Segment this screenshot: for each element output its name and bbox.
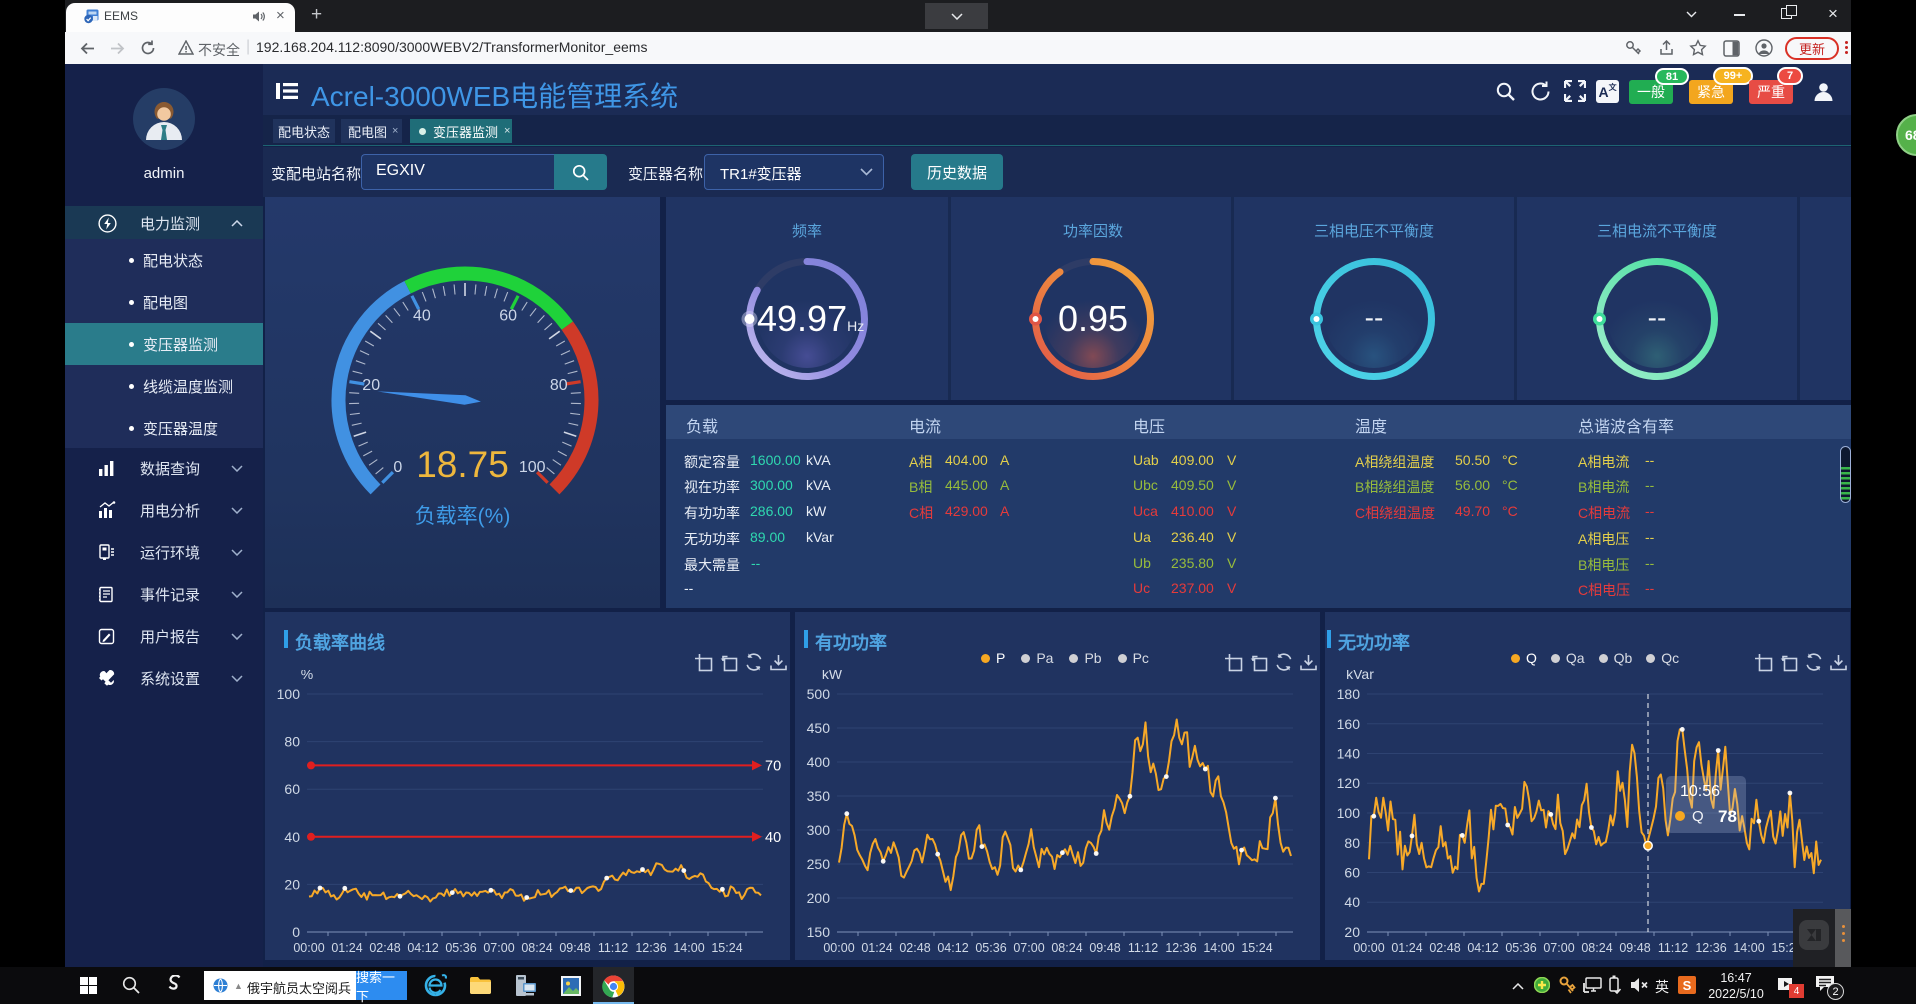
svg-text:00:00: 00:00 (293, 941, 324, 955)
svg-text:150: 150 (807, 924, 831, 940)
svg-text:04:12: 04:12 (407, 941, 438, 955)
svg-text:20: 20 (284, 876, 300, 892)
svg-text:0: 0 (292, 924, 300, 940)
svg-text:02:48: 02:48 (1429, 941, 1460, 955)
svg-text:08:24: 08:24 (1051, 941, 1082, 955)
svg-text:01:24: 01:24 (331, 941, 362, 955)
svg-text:40: 40 (765, 830, 781, 846)
svg-text:120: 120 (1337, 775, 1361, 791)
svg-text:60: 60 (1344, 865, 1360, 881)
svg-text:160: 160 (1337, 716, 1361, 732)
svg-text:07:00: 07:00 (1013, 941, 1044, 955)
svg-text:450: 450 (807, 720, 831, 736)
svg-text:100: 100 (277, 686, 301, 702)
svg-text:200: 200 (807, 890, 831, 906)
svg-text:00:00: 00:00 (823, 941, 854, 955)
svg-text:09:48: 09:48 (1089, 941, 1120, 955)
svg-text:14:00: 14:00 (673, 941, 704, 955)
svg-text:08:24: 08:24 (1581, 941, 1612, 955)
svg-text:140: 140 (1337, 746, 1361, 762)
svg-text:02:48: 02:48 (899, 941, 930, 955)
svg-text:40: 40 (413, 307, 431, 324)
svg-text:00:00: 00:00 (1353, 941, 1384, 955)
svg-text:100: 100 (1337, 805, 1361, 821)
svg-text:40: 40 (284, 829, 300, 845)
svg-text:80: 80 (1344, 835, 1360, 851)
svg-text:250: 250 (807, 856, 831, 872)
svg-text:08:24: 08:24 (521, 941, 552, 955)
svg-text:04:12: 04:12 (937, 941, 968, 955)
svg-text:01:24: 01:24 (1391, 941, 1422, 955)
svg-text:70: 70 (765, 758, 781, 774)
svg-text:14:00: 14:00 (1203, 941, 1234, 955)
svg-text:12:36: 12:36 (1695, 941, 1726, 955)
svg-text:11:12: 11:12 (1658, 941, 1688, 955)
svg-text:80: 80 (550, 377, 568, 394)
svg-text:11:12: 11:12 (1128, 941, 1158, 955)
svg-text:kW: kW (822, 670, 843, 682)
svg-text:07:00: 07:00 (483, 941, 514, 955)
svg-text:02:48: 02:48 (369, 941, 400, 955)
svg-text:60: 60 (499, 307, 517, 324)
svg-text:%: % (301, 670, 313, 682)
svg-text:350: 350 (807, 788, 831, 804)
svg-text:60: 60 (284, 781, 300, 797)
svg-text:01:24: 01:24 (861, 941, 892, 955)
svg-text:500: 500 (807, 686, 831, 702)
svg-text:05:36: 05:36 (1505, 941, 1536, 955)
svg-text:12:36: 12:36 (635, 941, 666, 955)
svg-text:11:12: 11:12 (598, 941, 628, 955)
svg-text:15:24: 15:24 (1241, 941, 1272, 955)
svg-text:kVar: kVar (1346, 670, 1374, 682)
svg-text:20: 20 (362, 377, 380, 394)
svg-text:20: 20 (1344, 924, 1360, 940)
svg-text:14:00: 14:00 (1733, 941, 1764, 955)
svg-text:15:24: 15:24 (711, 941, 742, 955)
svg-text:05:36: 05:36 (445, 941, 476, 955)
svg-text:300: 300 (807, 822, 831, 838)
svg-text:400: 400 (807, 754, 831, 770)
svg-text:04:12: 04:12 (1467, 941, 1498, 955)
svg-text:09:48: 09:48 (559, 941, 590, 955)
svg-text:180: 180 (1337, 686, 1361, 702)
svg-text:09:48: 09:48 (1619, 941, 1650, 955)
svg-text:12:36: 12:36 (1165, 941, 1196, 955)
svg-text:40: 40 (1344, 894, 1360, 910)
svg-text:07:00: 07:00 (1543, 941, 1574, 955)
svg-text:80: 80 (284, 734, 300, 750)
svg-text:05:36: 05:36 (975, 941, 1006, 955)
